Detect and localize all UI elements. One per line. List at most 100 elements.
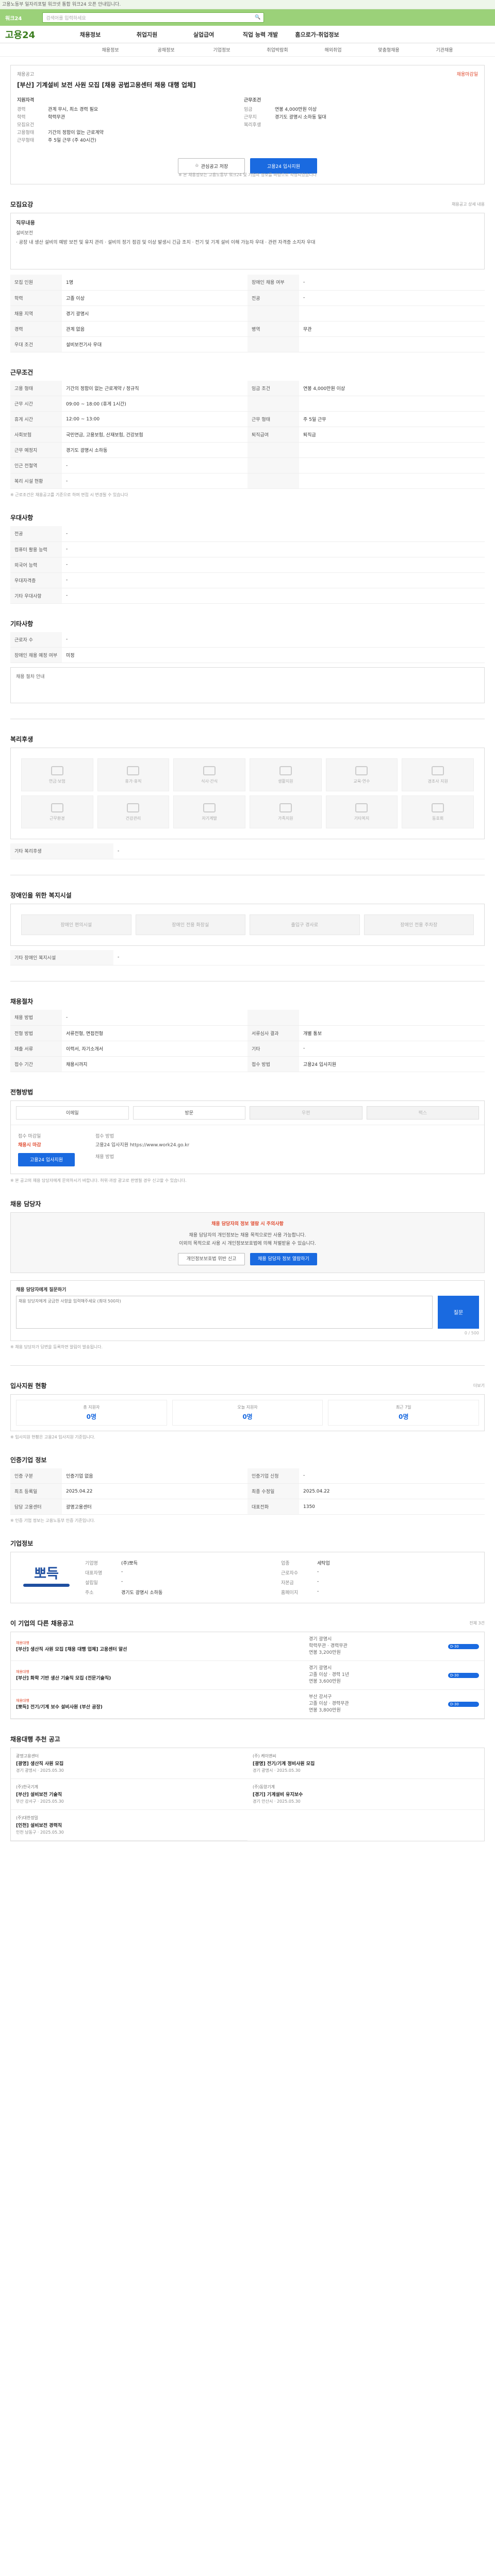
subnav-item[interactable]: 맞춤형채용 (361, 46, 417, 53)
search-input[interactable]: 검색어를 입력하세요 🔍 (42, 12, 265, 23)
applicant-box: 총 지원자 0명 오늘 지원자 0명 최근 7일 0명 (10, 1394, 485, 1431)
gnb-item[interactable]: 채용정보 (62, 30, 119, 39)
method-notes: ※ 본 공고의 채용 담당자에게 문의하시기 바랍니다. 허위·과장 광고로 판… (10, 1178, 187, 1183)
method-tab[interactable]: 방문 (133, 1106, 245, 1120)
related-title[interactable]: [부산] 생산직 사원 모집 [채용 대행 업체] 고용센터 알선 (16, 1646, 304, 1652)
subnav-item[interactable]: 공채정보 (138, 46, 194, 53)
job-info-row: 경력 관계 무시, 최소 경력 필요 (17, 106, 244, 114)
grid-key: 외국어 능력 (10, 557, 62, 573)
grid-row: 최초 등록일 2025.04.22 최종 수정일 2025.04.22 (10, 1483, 485, 1499)
recommend-card[interactable]: (주)동양기계 [경기] 기계설비 유지보수 경기 안산시 · 2025.05.30 (248, 1779, 484, 1810)
gnb-item[interactable]: 취업지원 (119, 30, 175, 39)
recommend-company: (주)동양기계 (253, 1785, 275, 1789)
dday-badge: D-30 (448, 1643, 479, 1649)
related-badge: 채용대행 (16, 1699, 29, 1703)
company-key: 근로자수 (281, 1571, 299, 1576)
qa-submit-button[interactable]: 질문 (438, 1295, 479, 1329)
grid-key: 경력 (10, 321, 62, 337)
section-cert-title: 인증기업 정보 (10, 1456, 47, 1464)
subnav-item[interactable]: 기업정보 (194, 46, 250, 53)
scrap-button[interactable]: ☆ 관심공고 저장 (178, 158, 245, 174)
contact-line-1: 채용 담당자의 개인정보는 채용 목적으로만 사용 가능합니다. (189, 1232, 306, 1238)
related-title[interactable]: [뽀득] 전기/기계 보수 설비사원 (부산 공장) (16, 1703, 304, 1710)
related-job-row[interactable]: 채용대행 [뽀득] 전기/기계 보수 설비사원 (부산 공장) 부산 강서구 고졸 이… (11, 1690, 484, 1719)
related-title[interactable]: [부산] 화학 기반 생산 기술직 모집 (전문기술직) (16, 1674, 304, 1681)
subnav-item[interactable]: 기관채용 (417, 46, 472, 53)
qa-input[interactable] (16, 1295, 433, 1329)
recommend-title[interactable]: [부산] 설비보전 기술직 (16, 1791, 242, 1798)
method-tab[interactable]: 이메일 (16, 1106, 129, 1120)
subnav-item[interactable]: 취업박람회 (250, 46, 305, 53)
method-apply-button[interactable]: 고용24 입사지원 (18, 1153, 75, 1166)
recommend-title[interactable]: [인천] 설비보전 경력직 (16, 1822, 242, 1828)
related-badge: 채용대행 (16, 1670, 29, 1674)
more-link[interactable]: 더보기 (473, 1383, 485, 1388)
grid-value: 09:00 ~ 18:00 (휴게 1시간) (62, 396, 248, 412)
grid-key: 퇴직급여 (248, 427, 299, 443)
method-tab[interactable]: 팩스 (366, 1106, 479, 1120)
related-job-row[interactable]: 채용대행 [부산] 생산직 사원 모집 [채용 대행 업체] 고용센터 알선 경기 … (11, 1632, 484, 1661)
recommend-card[interactable]: 광명고용센터 [광명] 생산직 사원 모집 경기 광명시 · 2025.05.30 (11, 1748, 248, 1779)
benefit-card: 기타복지 (325, 795, 398, 828)
gnb-item[interactable]: 홈으로가·취업정보 (289, 30, 345, 39)
method-url[interactable]: 고용24 입사지원 https://www.work24.go.kr (95, 1141, 189, 1148)
method-tab[interactable]: 우편 (250, 1106, 362, 1120)
main-nav: 채용정보 취업지원 실업급여 직업 능력 개발 홈으로가·취업정보 (62, 30, 495, 39)
recruit-grid: 모집 인원 1명 장애인 채용 여부 - 학력 고졸 이상 전공 - 채용 지역 경기 광명시 경력… (10, 275, 485, 352)
benefit-card: 경조사 지원 (402, 758, 474, 791)
method-head: 접수 마감일 (18, 1133, 41, 1139)
view-contact-button[interactable]: 채용 담당자 정보 열람하기 (250, 1252, 317, 1265)
desc-text: · 공장 내 생산 설비의 예방 보전 및 유지 관리 · 설비의 정기 점검 … (16, 240, 316, 245)
section-etc-title: 기타사항 (10, 620, 34, 628)
recommend-card[interactable]: (주)대한정밀 [인천] 설비보전 경력직 인천 남동구 · 2025.05.30 (11, 1810, 248, 1841)
job-info-row: 근무지 경기도 광명시 소하동 일대 (244, 114, 471, 122)
applicant-note: ※ 입사지원 현황은 고용24 입사지원 기준입니다. (10, 1434, 95, 1439)
grid-key: 최종 수정일 (248, 1483, 299, 1499)
recommend-card[interactable]: (주)한국기계 [부산] 설비보전 기술직 부산 강서구 · 2025.05.30 (11, 1779, 248, 1810)
company-key: 자본금 (281, 1581, 294, 1586)
company-box: 뽀득 기업명 (주)뽀득 업종 세탁업 대표자명 - 근로자수 - 설립일 - 자본금 - 주소 경기도 … (10, 1552, 485, 1603)
report-button[interactable]: 개인정보보호법 위반 신고 (178, 1252, 245, 1265)
job-info-row: 모집요건 (17, 122, 244, 129)
job-info-value: 주 5일 근무 (주 40시간) (48, 138, 96, 143)
section-related-title: 이 기업의 다른 채용공고 전체 3건 (10, 1620, 485, 1627)
recommend-title[interactable]: [광명] 생산직 사원 모집 (16, 1760, 242, 1767)
recommend-card[interactable]: (주) 케이앤씨 [광명] 전기/기계 정비사원 모집 경기 광명시 · 2025.… (248, 1748, 484, 1779)
section-condition-title: 근무조건 (10, 368, 34, 376)
job-info-value: 연봉 4,000만원 이상 (275, 107, 317, 112)
related-title-col: 채용대행 [부산] 화학 기반 생산 기술직 모집 (전문기술직) (16, 1669, 304, 1681)
grid-value: - (299, 1041, 485, 1057)
grid-key: 학력 (10, 290, 62, 306)
recommend-title[interactable]: [경기] 기계설비 유지보수 (253, 1791, 479, 1798)
site-logo[interactable]: 고용24 (5, 28, 62, 41)
section-prefer-title: 우대사항 (10, 514, 34, 521)
job-dday: 채용마감일 (456, 72, 478, 77)
stat-value: 0명 (398, 1413, 409, 1420)
stat-value: 0명 (242, 1413, 253, 1420)
job-info-value: 관계 무시, 최소 경력 필요 (48, 107, 98, 112)
grid-key: 병역 (248, 321, 299, 337)
grid-key: 최초 등록일 (10, 1483, 62, 1499)
related-job-row[interactable]: 채용대행 [부산] 화학 기반 생산 기술직 모집 (전문기술직) 경기 광명시 고졸… (11, 1661, 484, 1690)
cert-grid: 인증 구분 인증기업 없음 인증기업 신청 - 최초 등록일 2025.04.22 최종 수… (10, 1468, 485, 1515)
grid-key: 담당 고용센터 (10, 1499, 62, 1515)
section-recruit-title: 모집요강 채용공고 상세 내용 (10, 201, 485, 208)
gnb-item[interactable]: 실업급여 (175, 30, 232, 39)
recommend-title[interactable]: [광명] 전기/기계 정비사원 모집 (253, 1760, 479, 1767)
recommend-box: 광명고용센터 [광명] 생산직 사원 모집 경기 광명시 · 2025.05.30(… (10, 1748, 485, 1841)
gnb-item[interactable]: 직업 능력 개발 (232, 30, 289, 39)
section-process-title: 채용절차 (10, 998, 34, 1005)
company-logo-text: 뽀득 (34, 1566, 59, 1582)
grid-key: 채용 방법 (10, 1010, 62, 1026)
grid-key: 근무 예정지 (10, 442, 62, 458)
subnav-item[interactable]: 해외취업 (305, 46, 361, 53)
apply-button[interactable]: 고용24 입사지원 (250, 158, 317, 174)
grid-key: 근무 시간 (10, 396, 62, 412)
benefit-card: 교육·연수 (325, 758, 398, 791)
subnav-item[interactable]: 채용정보 (82, 46, 138, 53)
recommend-meta: 경기 안산시 · 2025.05.30 (253, 1799, 301, 1804)
benefit-label: 경조사 지원 (427, 778, 448, 784)
company-logo-wave (23, 1584, 70, 1587)
benefit-label: 연금·보험 (48, 778, 65, 784)
search-icon[interactable]: 🔍 (255, 15, 260, 20)
